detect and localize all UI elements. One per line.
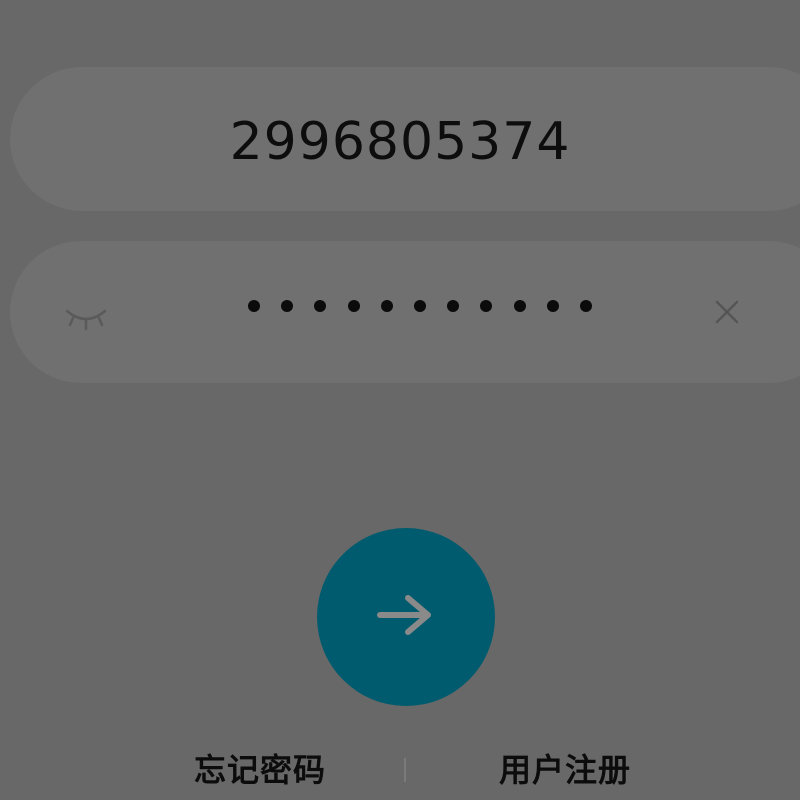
password-dot xyxy=(480,300,493,312)
eye-closed-icon[interactable] xyxy=(63,305,109,335)
arrow-right-icon xyxy=(376,593,436,641)
password-dot xyxy=(579,300,592,312)
password-input[interactable] xyxy=(248,300,592,312)
password-field[interactable] xyxy=(10,241,800,383)
password-dot xyxy=(314,300,327,312)
link-divider xyxy=(404,758,406,782)
password-dot xyxy=(380,300,393,312)
password-dot xyxy=(513,300,526,312)
password-dot xyxy=(347,300,360,312)
account-input[interactable]: 2996805374 xyxy=(0,110,800,174)
close-icon[interactable] xyxy=(713,298,741,326)
password-dot xyxy=(447,300,460,312)
forgot-password-link[interactable]: 忘记密码 xyxy=(194,748,326,792)
password-dot xyxy=(248,300,260,312)
password-dot xyxy=(413,300,426,312)
register-link[interactable]: 用户注册 xyxy=(499,748,631,792)
password-dot xyxy=(281,300,294,312)
password-dot xyxy=(546,300,559,312)
login-submit-button[interactable] xyxy=(317,528,495,706)
